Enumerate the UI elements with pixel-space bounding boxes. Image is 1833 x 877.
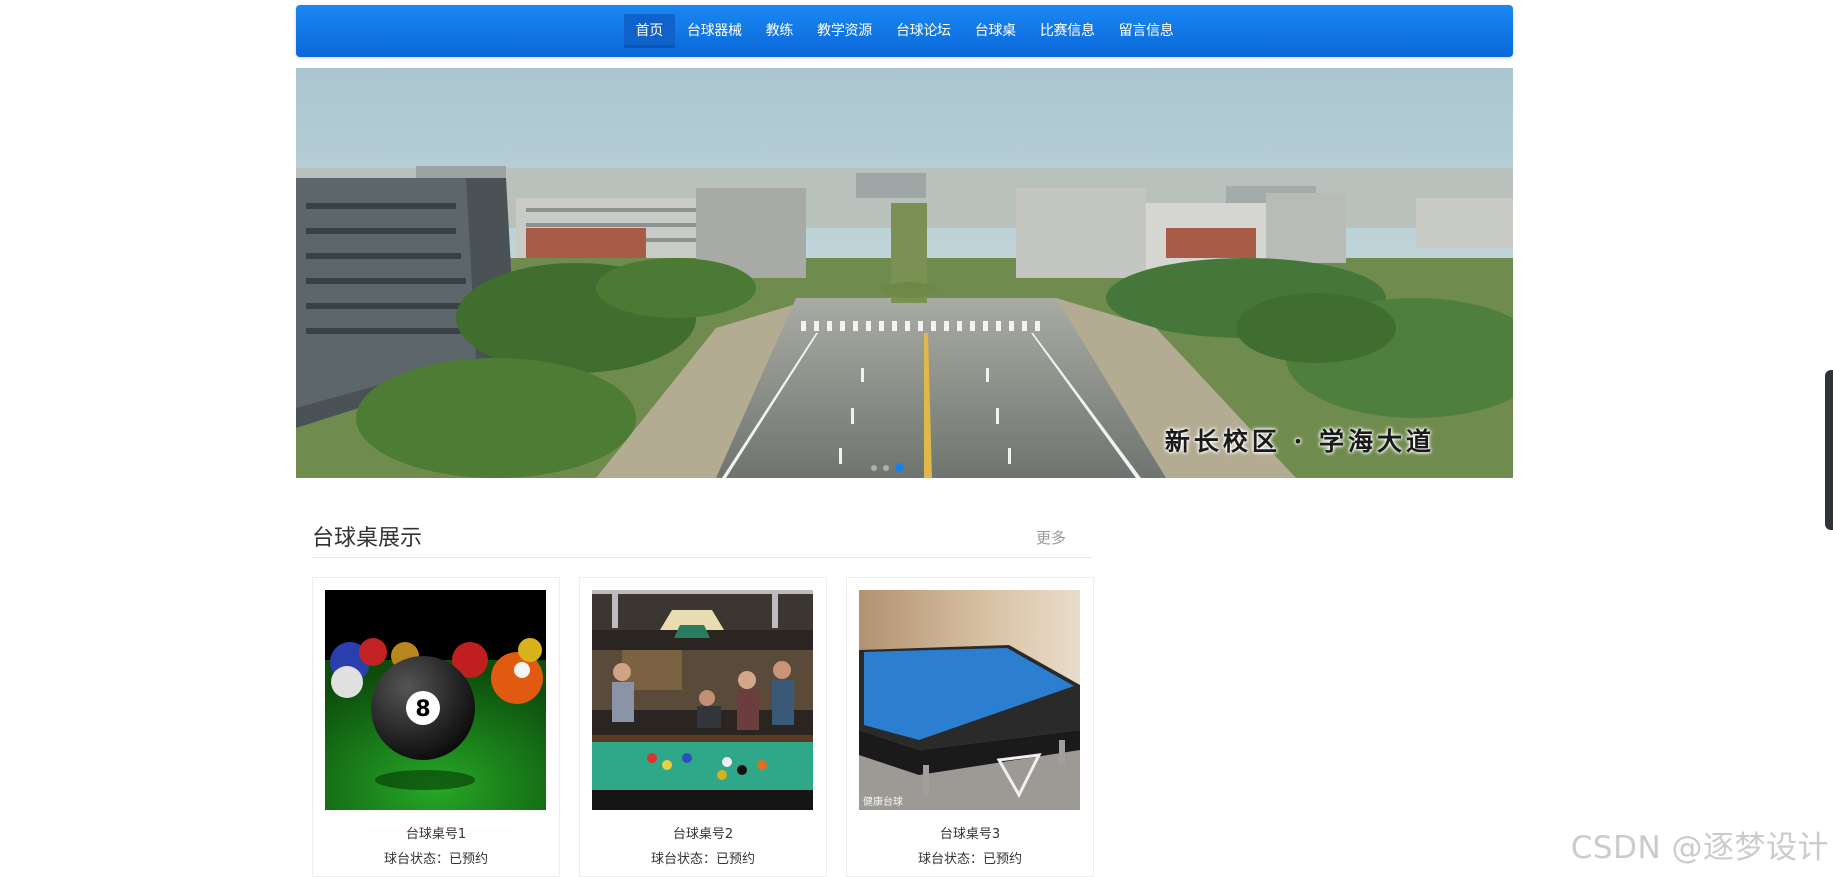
top-navbar: 首页 台球器械 教练 教学资源 台球论坛 台球桌 比赛信息 留言信息 [296, 5, 1513, 57]
card-thumbnail-3[interactable]: 健康台球 [859, 590, 1080, 810]
nav-item-competitions[interactable]: 比赛信息 [1028, 14, 1107, 48]
banner-caption: 新长校区 · 学海大道 [1164, 427, 1435, 456]
nav-item-messages[interactable]: 留言信息 [1107, 14, 1186, 48]
carousel-dot-1[interactable] [871, 464, 877, 471]
nav-item-home[interactable]: 首页 [623, 14, 675, 48]
section-header: 台球桌展示 更多 [312, 515, 1092, 558]
nav-item-tables[interactable]: 台球桌 [963, 14, 1028, 48]
card-status-3: 球台状态：已预约 [917, 852, 1022, 867]
nav-item-forum[interactable]: 台球论坛 [884, 14, 963, 48]
players-at-table-image [592, 590, 813, 810]
blue-pool-table-image: 健康台球 [859, 590, 1080, 810]
table-card-3[interactable]: 健康台球 台球桌号3 球台状态：已预约 [846, 577, 1094, 877]
card-thumbnail-1[interactable]: 8 [325, 590, 546, 810]
nav-item-teaching-resources[interactable]: 教学资源 [805, 14, 884, 48]
card-name-2: 台球桌号2 [672, 827, 734, 842]
table-card-2[interactable]: 台球桌号2 球台状态：已预约 [579, 577, 827, 877]
banner-carousel[interactable]: 新长校区 · 学海大道 [296, 68, 1513, 478]
carousel-dot-3[interactable] [895, 463, 904, 472]
watermark: CSDN @逐梦设计 [1570, 830, 1829, 866]
nav-item-equipment[interactable]: 台球器械 [675, 14, 754, 48]
carousel-dot-2[interactable] [883, 464, 889, 471]
thumb-overlay-text: 健康台球 [863, 795, 903, 808]
section-title: 台球桌展示 [312, 526, 423, 551]
nav-item-coaches[interactable]: 教练 [754, 14, 805, 48]
eight-ball-image: 8 [325, 590, 546, 810]
side-panel-handle[interactable] [1825, 370, 1833, 530]
card-thumbnail-2[interactable] [592, 590, 813, 810]
more-link[interactable]: 更多 [1036, 527, 1066, 548]
card-status-1: 球台状态：已预约 [383, 852, 488, 867]
svg-text:8: 8 [415, 697, 430, 722]
nav-menu: 首页 台球器械 教练 教学资源 台球论坛 台球桌 比赛信息 留言信息 [296, 5, 1513, 57]
carousel-indicators [871, 463, 904, 472]
table-card-1[interactable]: 8 台球桌号1 球台状态：已预约 [312, 577, 560, 877]
card-status-2: 球台状态：已预约 [650, 852, 755, 867]
table-card-list: 8 台球桌号1 球台状态：已预约 台球桌号2 球台状态：已预约 健康台球 台球桌… [312, 577, 1112, 877]
card-name-3: 台球桌号3 [939, 827, 1001, 842]
card-name-1: 台球桌号1 [405, 827, 467, 842]
banner-image [296, 68, 1513, 478]
